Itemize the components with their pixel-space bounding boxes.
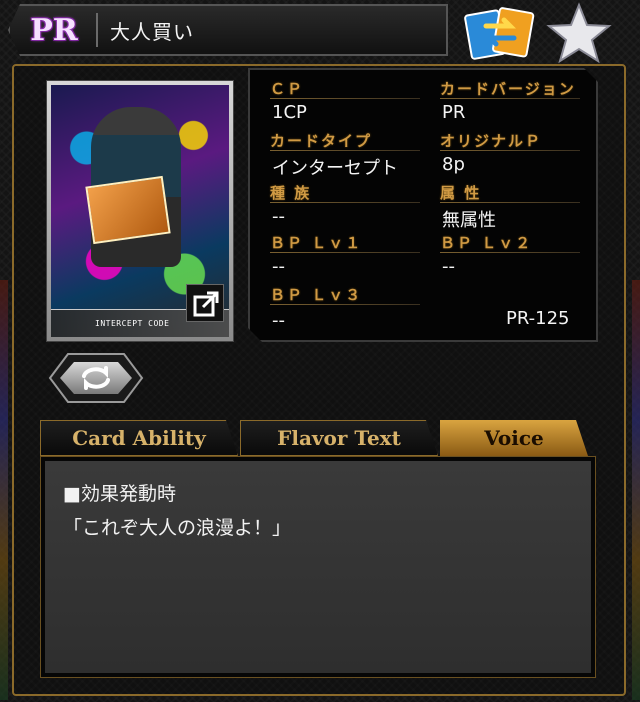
title-bar-content: PR 大人買い [18,10,442,50]
card-gift-box [85,175,171,245]
bp-lv1-underline [270,252,420,253]
bp-lv3-value: -- [272,310,285,331]
rotate-card-button[interactable] [46,350,146,406]
left-edge-art [0,280,8,700]
star-icon [546,2,612,64]
card-number: PR-125 [506,308,570,329]
cp-value: 1CP [272,102,307,123]
expand-icon [193,291,219,317]
version-label: カードバージョン [440,80,576,98]
swap-cards-button[interactable] [462,2,538,62]
bp-lv3-underline [270,304,420,305]
bp-lv2-underline [440,252,580,253]
card-name: 大人買い [110,19,194,44]
rotate-icon [48,353,144,403]
attribute-label: 属 性 [440,184,482,202]
card-info-panel: ＣＰ カードバージョン 1CP PR カードタイプ オリジナルＰ インターセプト… [248,68,598,342]
attribute-value: 無属性 [442,210,496,231]
cp-label: ＣＰ [270,80,305,98]
bp-lv2-label: ＢＰ Ｌｖ２ [440,234,533,252]
voice-text-box: ■効果発動時 「これぞ大人の浪漫よ！」 [40,456,596,678]
voice-text-line: ■効果発動時 [63,483,176,505]
bp-lv1-label: ＢＰ Ｌｖ１ [270,234,363,252]
original-p-underline [440,150,580,151]
bp-lv3-label: ＢＰ Ｌｖ３ [270,286,363,304]
expand-card-button[interactable] [186,284,224,322]
voice-text-line: 「これぞ大人の浪漫よ！」 [63,517,292,539]
swap-cards-icon [464,7,535,60]
race-underline [270,202,420,203]
version-underline [440,98,580,99]
card-type-value: インターセプト [272,158,398,179]
attribute-underline [440,202,580,203]
tab-flavor-text[interactable]: Flavor Text [240,420,438,456]
title-divider [96,13,98,47]
right-edge-art [632,280,640,700]
race-label: 種 族 [270,184,312,202]
card-type-underline [270,150,420,151]
tab-card-ability[interactable]: Card Ability [40,420,238,456]
tab-voice[interactable]: Voice [440,420,588,456]
favorite-button[interactable] [546,2,612,64]
race-value: -- [272,206,285,227]
voice-text-content: ■効果発動時 「これぞ大人の浪漫よ！」 [45,461,591,673]
card-type-label: カードタイプ [270,132,373,150]
version-value: PR [442,102,466,123]
rarity-badge: PR [30,12,78,48]
bp-lv1-value: -- [272,256,285,277]
original-p-value: 8p [442,154,465,175]
original-p-label: オリジナルＰ [440,132,543,150]
bp-lv2-value: -- [442,256,455,277]
cp-underline [270,98,420,99]
